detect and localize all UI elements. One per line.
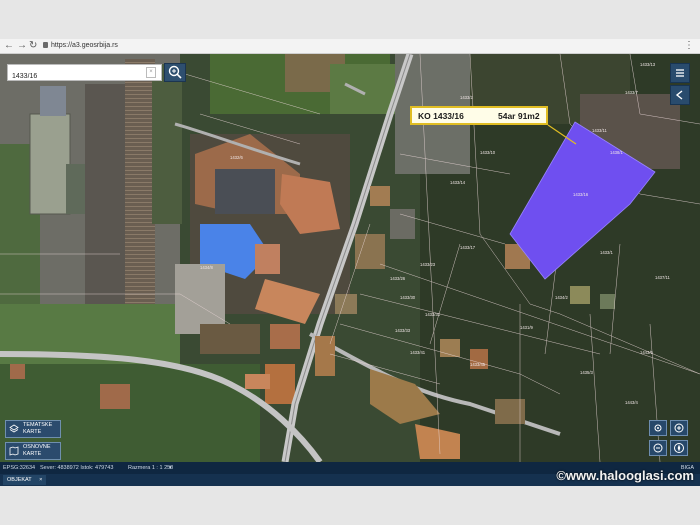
locate-button[interactable]: [649, 420, 667, 436]
menu-button[interactable]: [670, 63, 690, 83]
parcel-label: 1438/1: [610, 150, 623, 155]
parcel-label: 1433/41: [410, 350, 426, 355]
scale-dropdown-icon[interactable]: ▾: [169, 462, 172, 474]
parcel-label: 1432/6: [230, 155, 243, 160]
menu-lines-icon: [676, 69, 684, 77]
search-button[interactable]: [164, 63, 186, 82]
coordinate-readout: Sever: 4838972 Istok: 479743: [40, 465, 114, 471]
parcel-label: 1433/17: [460, 245, 476, 250]
map-canvas[interactable]: 1433/21433/71433/51433/131433/91433/1114…: [0, 54, 700, 462]
compass-button[interactable]: [670, 440, 688, 456]
parcel-label: 1443/5: [640, 350, 653, 355]
search-zoom-icon: [168, 65, 182, 79]
parcel-label: 1433/7: [625, 90, 638, 95]
thematic-maps-button[interactable]: TEMATSKE KARTE: [5, 420, 61, 438]
callout-parcel-id: KO 1433/16: [418, 111, 464, 121]
thematic-maps-label: TEMATSKE KARTE: [23, 422, 53, 435]
locate-icon: [654, 424, 662, 432]
parcel-label: 1437/11: [655, 275, 670, 280]
parcel-label: 1433/13: [640, 62, 656, 67]
parcel-label: 1435/3: [580, 370, 593, 375]
parcel-label: 1434/2: [555, 295, 568, 300]
reload-icon[interactable]: ↻: [29, 39, 37, 53]
parcel-label: 1433/31: [425, 312, 441, 317]
tab-objekat[interactable]: OBJEKAT ×: [3, 475, 47, 485]
browser-menu-icon[interactable]: ⋮: [684, 39, 694, 53]
lock-icon: [43, 42, 48, 48]
parcel-callout: KO 1433/16 54ar 91m2: [410, 106, 548, 125]
layers-icon: [9, 424, 19, 433]
parcel-label: 1433/11: [592, 128, 607, 133]
parcel-label: 1433/45: [470, 362, 486, 367]
browser-toolbar: ← → ↻ https://a3.geosrbija.rs ⋮: [0, 39, 700, 54]
projection-readout: EPSG:32634: [3, 465, 36, 471]
callout-area: 54ar 91m2: [498, 111, 540, 121]
parcel-label: 1431/9: [520, 325, 533, 330]
zoom-out-icon: [653, 443, 663, 453]
zoom-out-button[interactable]: [649, 440, 667, 456]
tab-objekat-label: OBJEKAT: [7, 477, 32, 483]
parcel-search-box: ×: [7, 64, 162, 84]
base-maps-label: OSNOVNE KARTE: [23, 444, 51, 457]
close-icon[interactable]: ×: [39, 477, 42, 483]
forward-icon[interactable]: →: [17, 39, 27, 53]
satellite-map[interactable]: 1433/21433/71433/51433/131433/91433/1114…: [0, 54, 700, 462]
clear-search-button[interactable]: ×: [146, 67, 156, 78]
parcel-label: 1433/23: [420, 262, 436, 267]
scale-selector[interactable]: Razmera 1 : 1 250: [128, 462, 173, 474]
parcel-label: 1433/26: [390, 276, 406, 281]
parcel-label: 1433/10: [480, 150, 496, 155]
collapse-panel-button[interactable]: [670, 85, 690, 105]
parcel-label: 1433/14: [450, 180, 466, 185]
back-icon[interactable]: ←: [4, 39, 14, 53]
compass-icon: [674, 443, 684, 453]
parcel-label: 1433/1: [600, 250, 613, 255]
parcel-label: 1443/4: [625, 400, 638, 405]
zoom-in-icon: [674, 423, 684, 433]
parcel-label: 1433/16: [573, 192, 589, 197]
parcel-label: 1433/33: [395, 328, 411, 333]
zoom-in-button[interactable]: [670, 420, 688, 436]
watermark: ©www.halooglasi.com: [556, 468, 694, 483]
parcel-label: 1433/2: [460, 95, 473, 100]
parcel-label: 1434/8: [200, 265, 213, 270]
parcel-search-input[interactable]: [8, 69, 142, 84]
base-maps-button[interactable]: OSNOVNE KARTE: [5, 442, 61, 460]
map-icon: [9, 446, 19, 456]
address-bar[interactable]: https://a3.geosrbija.rs: [51, 41, 118, 51]
parcel-label: 1433/30: [400, 295, 416, 300]
collapse-arrow-icon: [675, 90, 683, 100]
